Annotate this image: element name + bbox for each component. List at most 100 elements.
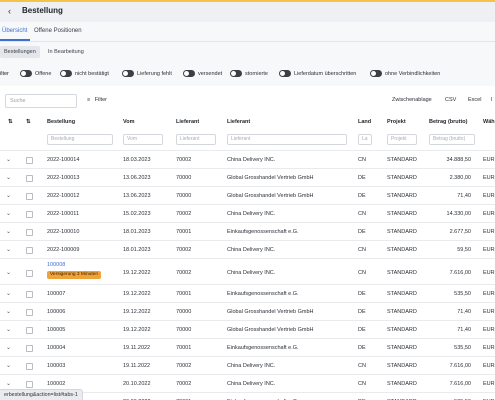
sort-icon[interactable]: ⇅ — [26, 119, 31, 125]
row-checkbox[interactable] — [26, 309, 33, 316]
csv-button[interactable]: CSV — [445, 97, 456, 103]
header-projekt[interactable]: Projekt — [387, 119, 406, 125]
status-badge: Versigerung 3 Minuten — [47, 271, 101, 279]
excel-button[interactable]: Excel — [468, 97, 481, 103]
cell-bestellung[interactable]: 2022-100009 — [47, 247, 79, 253]
cell-bestellung[interactable]: 100007 — [47, 291, 65, 297]
table-row[interactable]: ⌄ 2022-100014 18.03.2023 70002 China Deliver… — [0, 150, 495, 168]
header-bestellung[interactable]: Bestellung — [47, 119, 75, 125]
cell-lieferant: China Delivery INC. — [227, 211, 276, 217]
sort-icon[interactable]: ⇅ — [8, 119, 13, 125]
row-checkbox[interactable] — [26, 327, 33, 334]
header-lieferant[interactable]: Lieferant — [227, 119, 250, 125]
subtab-bestellungen[interactable]: Bestellungen — [0, 46, 40, 58]
cell-land: DE — [358, 345, 366, 351]
row-checkbox[interactable] — [26, 157, 33, 164]
cell-vom: 18.01.2023 — [123, 229, 151, 235]
cell-bestellung[interactable]: 100003 — [47, 363, 65, 369]
expand-chevron-icon[interactable]: ⌄ — [6, 326, 11, 333]
row-checkbox[interactable] — [26, 381, 33, 388]
filter-input-lieferant-nr[interactable]: Lieferant — [176, 134, 216, 145]
row-checkbox[interactable] — [26, 270, 33, 277]
table-row[interactable]: ⌄ 100007 19.12.2022 70001 Einkaufsgenossensc… — [0, 284, 495, 302]
expand-chevron-icon[interactable]: ⌄ — [6, 156, 11, 163]
table-row[interactable]: ⌄ 100006 19.12.2022 70000 Global Grosshandel… — [0, 302, 495, 320]
cell-waehrung: EUR — [483, 309, 495, 315]
filter-input-land[interactable]: La — [358, 134, 372, 145]
tab-uebersicht[interactable]: Übersicht — [2, 28, 27, 34]
expand-chevron-icon[interactable]: ⌄ — [6, 344, 11, 351]
toggle-offene[interactable] — [20, 70, 32, 77]
cell-bestellung[interactable]: 100004 — [47, 345, 65, 351]
header-vom[interactable]: Vom — [123, 119, 135, 125]
filter-input-projekt[interactable]: Projekt — [387, 134, 417, 145]
expand-chevron-icon[interactable]: ⌄ — [6, 192, 11, 199]
cell-bestellung[interactable]: 2022-100010 — [47, 229, 79, 235]
expand-chevron-icon[interactable]: ⌄ — [6, 246, 11, 253]
row-checkbox[interactable] — [26, 175, 33, 182]
filter-input-vom[interactable]: Vom — [123, 134, 163, 145]
filter-button[interactable]: ≡ Filter — [87, 97, 107, 103]
cell-lieferant: China Delivery INC. — [227, 270, 276, 276]
table-row[interactable]: ⌄ 2022-100009 18.01.2023 70002 China Deliver… — [0, 240, 495, 258]
cell-bestellung[interactable]: 2022-100013 — [47, 175, 79, 181]
toggle-stornierte[interactable] — [230, 70, 242, 77]
clipboard-button[interactable]: Zwischenablage — [392, 97, 432, 103]
toggle-label-versendet: versendet — [198, 71, 223, 77]
table-row[interactable]: ⌄ 2022-100010 18.01.2023 70001 Einkaufsgenos… — [0, 222, 495, 240]
more-button[interactable]: I — [491, 97, 493, 103]
header-lieferant-nr[interactable]: Lieferant — [176, 119, 199, 125]
expand-chevron-icon[interactable]: ⌄ — [6, 210, 11, 217]
cell-lieferant: China Delivery INC. — [227, 363, 276, 369]
row-checkbox[interactable] — [26, 229, 33, 236]
cell-bestellung[interactable]: 100006 — [47, 309, 65, 315]
toggle-lieferung-fehlt[interactable] — [122, 70, 134, 77]
filter-input-lieferant[interactable]: Lieferant — [227, 134, 347, 145]
row-checkbox[interactable] — [26, 345, 33, 352]
header-waehrung[interactable]: Wäh — [483, 119, 495, 125]
table-row[interactable]: ⌄ 100004 19.11.2022 70001 Einkaufsgenossensc… — [0, 338, 495, 356]
toggle-lieferdatum-ueberschritten[interactable] — [279, 70, 291, 77]
cell-bestellung[interactable]: 100002 — [47, 381, 65, 387]
cell-vom: 19.12.2022 — [123, 291, 151, 297]
expand-chevron-icon[interactable]: ⌄ — [6, 362, 11, 369]
expand-chevron-icon[interactable]: ⌄ — [6, 290, 11, 297]
table-row[interactable]: ⌄ 100003 19.11.2022 70002 China Delivery INC… — [0, 356, 495, 374]
status-url-bar: erbestellung&action=list#tabs-1 — [0, 389, 83, 400]
cell-bestellung[interactable]: 2022-100014 — [47, 157, 79, 163]
filter-input-betrag[interactable]: Betrag (brutto) — [429, 134, 475, 145]
header-land[interactable]: Land — [358, 119, 371, 125]
expand-chevron-icon[interactable]: ⌄ — [6, 174, 11, 181]
subtab-in-bearbeitung[interactable]: In Bearbeitung — [44, 46, 88, 58]
toggle-versendet[interactable] — [183, 70, 195, 77]
header-betrag[interactable]: Betrag (brutto) — [429, 119, 468, 125]
search-input[interactable]: Suche — [5, 94, 77, 108]
expand-chevron-icon[interactable]: ⌄ — [6, 228, 11, 235]
table-row[interactable]: ⌄ 100005 19.12.2022 70000 Global Grosshandel… — [0, 320, 495, 338]
filter-input-bestellung[interactable]: Bestellung — [47, 134, 113, 145]
row-checkbox[interactable] — [26, 291, 33, 298]
row-checkbox[interactable] — [26, 363, 33, 370]
toggle-ohne-verbindlichkeiten[interactable] — [370, 70, 382, 77]
expand-chevron-icon[interactable]: ⌄ — [6, 308, 11, 315]
cell-bestellung[interactable]: 2022-100012 — [47, 193, 79, 199]
cell-lieferant-nr: 70001 — [176, 229, 192, 235]
cell-lieferant-nr: 70001 — [176, 291, 192, 297]
table-row[interactable]: ⌄ 2022-100011 15.02.2023 70002 China Deliver… — [0, 204, 495, 222]
row-checkbox[interactable] — [26, 247, 33, 254]
row-checkbox[interactable] — [26, 211, 33, 218]
cell-land: DE — [358, 291, 366, 297]
cell-lieferant-nr: 70000 — [176, 175, 192, 181]
tab-offene-positionen[interactable]: Offene Positionen — [34, 28, 82, 34]
row-checkbox[interactable] — [26, 193, 33, 200]
expand-chevron-icon[interactable]: ⌄ — [6, 269, 11, 276]
table-row[interactable]: ⌄ 2022-100012 13.06.2023 70000 Global Grossh… — [0, 186, 495, 204]
table-row[interactable]: ⌄ 2022-100013 13.06.2023 70000 Global Grossh… — [0, 168, 495, 186]
back-arrow-icon[interactable]: ‹ — [8, 6, 11, 16]
cell-bestellung[interactable]: 100008 — [47, 262, 65, 268]
cell-bestellung[interactable]: 100005 — [47, 327, 65, 333]
cell-bestellung[interactable]: 2022-100011 — [47, 211, 79, 217]
toggle-nicht-bestaetigt[interactable] — [60, 70, 72, 77]
table-row[interactable]: ⌄ 100008 Versigerung 3 Minuten 19.12.2022 70… — [0, 258, 495, 284]
expand-chevron-icon[interactable]: ⌄ — [6, 380, 11, 387]
